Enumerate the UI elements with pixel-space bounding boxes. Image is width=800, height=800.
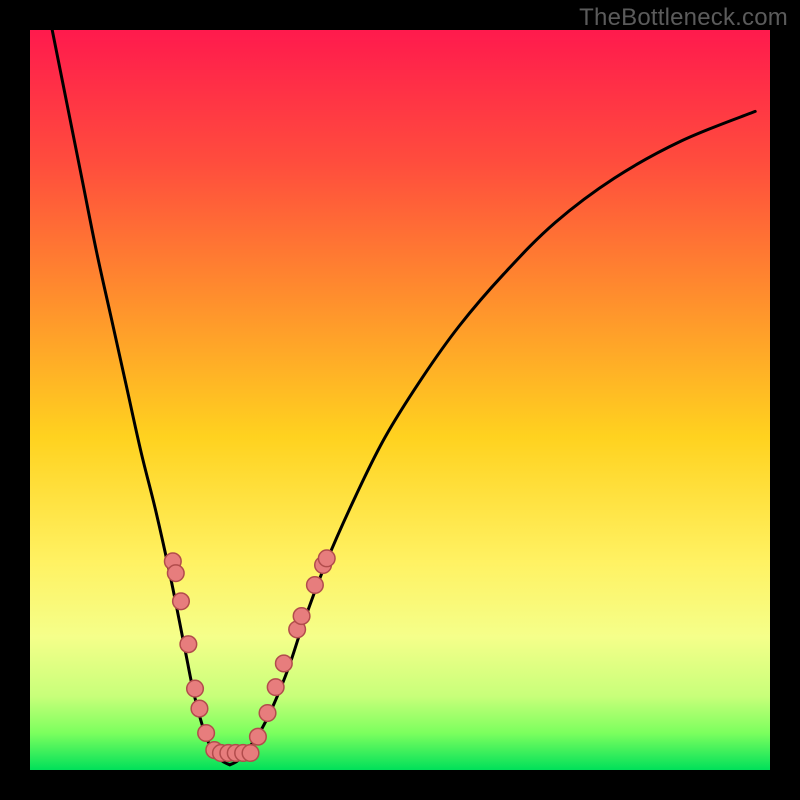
data-point-left: [187, 680, 204, 697]
data-point-bottom: [242, 745, 259, 762]
data-point-right: [276, 655, 293, 672]
data-point-right: [267, 679, 284, 696]
data-point-right: [307, 577, 324, 594]
data-point-right: [259, 705, 276, 722]
plot-area: [30, 30, 770, 770]
data-point-left: [173, 593, 190, 610]
data-point-left: [180, 636, 197, 653]
data-point-right: [250, 728, 267, 745]
data-point-right: [293, 608, 310, 625]
data-point-left: [198, 725, 215, 742]
chart-frame: TheBottleneck.com: [0, 0, 800, 800]
data-point-left: [191, 700, 208, 717]
watermark-text: TheBottleneck.com: [579, 4, 788, 32]
data-point-left: [167, 565, 184, 582]
data-point-right: [318, 550, 335, 567]
curve-right-branch: [230, 111, 755, 764]
curve-left-branch: [52, 30, 230, 765]
chart-svg: [30, 30, 770, 770]
